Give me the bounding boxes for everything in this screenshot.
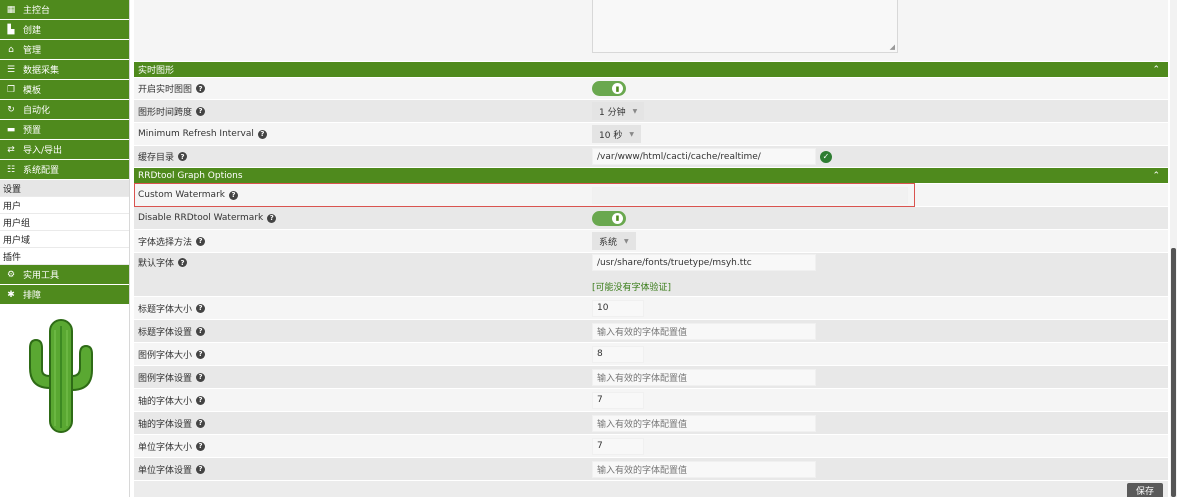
unit-font-input[interactable]: 输入有效的字体配置值: [592, 460, 816, 478]
toggle-on-icon: ▮: [615, 214, 620, 222]
nav-utilities[interactable]: ⚙ 实用工具: [0, 265, 129, 285]
graph-timespan-select[interactable]: 1 分钟 ▼: [592, 102, 645, 120]
cache-dir-input[interactable]: /var/www/html/cacti/cache/realtime/: [592, 148, 816, 165]
nav-automation[interactable]: ↻ 自动化: [0, 100, 129, 120]
row-graph-timespan: 图形时间跨度? 1 分钟 ▼: [134, 100, 1168, 122]
nav-data-collection[interactable]: ☰ 数据采集: [0, 60, 129, 80]
disable-watermark-toggle[interactable]: ▮: [592, 210, 626, 226]
row-axis-size: 轴的字体大小? 7: [134, 389, 1168, 411]
subnav-plugins[interactable]: 插件: [0, 248, 129, 265]
row-title-size: 标题字体大小? 10: [134, 297, 1168, 319]
settings-panel: ◢ 实时图形 ⌃ 开启实时图图? ▮ 图形时间跨度? 1 分钟 ▼ Minimum…: [134, 0, 1168, 497]
unit-size-input[interactable]: 7: [592, 437, 644, 455]
notes-textarea[interactable]: ◢: [592, 0, 898, 53]
help-icon[interactable]: ?: [196, 418, 206, 428]
help-icon[interactable]: ?: [196, 303, 206, 313]
section-header-realtime: 实时图形 ⌃: [134, 62, 1168, 77]
save-bar: [134, 481, 1168, 497]
nav-import-export[interactable]: ⇄ 导入/导出: [0, 140, 129, 160]
help-icon[interactable]: ?: [196, 464, 206, 474]
refresh-icon: ↻: [7, 104, 15, 115]
save-button[interactable]: 保存: [1127, 483, 1163, 497]
font-verify-note[interactable]: [可能没有字体验证]: [592, 280, 671, 293]
legend-font-input[interactable]: 输入有效的字体配置值: [592, 368, 816, 386]
row-axis-font: 轴的字体设置? 输入有效的字体配置值: [134, 412, 1168, 434]
axis-font-input[interactable]: 输入有效的字体配置值: [592, 414, 816, 432]
section-header-rrdtool: RRDtool Graph Options ⌃: [134, 168, 1168, 183]
chevron-up-icon[interactable]: ⌃: [1152, 171, 1160, 181]
scrollbar[interactable]: [1170, 0, 1177, 497]
nav-configuration[interactable]: ☷ 系统配置: [0, 160, 129, 180]
sliders-icon: ☷: [6, 164, 16, 175]
help-icon[interactable]: ?: [196, 84, 206, 93]
toggle-on-icon: ▮: [615, 84, 620, 93]
help-icon[interactable]: ?: [257, 129, 267, 139]
resize-grip-icon[interactable]: ◢: [890, 43, 895, 51]
subnav-user-domains[interactable]: 用户域: [0, 231, 129, 248]
subnav-users[interactable]: 用户: [0, 197, 129, 214]
nav-console[interactable]: ▦ 主控台: [0, 0, 129, 20]
row-legend-font: 图例字体设置? 输入有效的字体配置值: [134, 366, 1168, 388]
help-icon[interactable]: ?: [196, 372, 206, 382]
chevron-up-icon[interactable]: ⌃: [1152, 65, 1160, 75]
database-icon: ☰: [6, 64, 16, 75]
sidebar: ▦ 主控台 ▙ 创建 ⌂ 管理 ☰ 数据采集 ❐ 模板 ↻ 自动化 ▬ 预置 ⇄ 导入/导出 ☷…: [0, 0, 130, 497]
help-icon[interactable]: ?: [196, 106, 206, 116]
notes-row: ◢: [134, 0, 1168, 61]
nav-presets[interactable]: ▬ 预置: [0, 120, 129, 140]
default-font-input[interactable]: /usr/share/fonts/truetype/msyh.ttc: [592, 254, 816, 271]
row-font-method: 字体选择方法? 系统 ▼: [134, 230, 1168, 252]
chart-icon: ▙: [7, 24, 15, 35]
archive-icon: ▬: [6, 124, 16, 135]
row-cache-dir: 缓存目录? /var/www/html/cacti/cache/realtime…: [134, 146, 1168, 167]
cactus-logo: [29, 319, 93, 433]
check-circle-icon: ✓: [820, 150, 832, 163]
exchange-icon: ⇄: [7, 144, 15, 155]
subnav-settings[interactable]: 设置: [0, 180, 129, 197]
subnav-user-groups[interactable]: 用户组: [0, 214, 129, 231]
map-icon: ▦: [6, 4, 16, 15]
row-realtime-enable: 开启实时图图? ▮: [134, 78, 1168, 99]
title-font-input[interactable]: 输入有效的字体配置值: [592, 322, 816, 340]
nav-troubleshooting[interactable]: ✱ 排障: [0, 285, 129, 305]
axis-size-input[interactable]: 7: [592, 391, 644, 409]
nav-create[interactable]: ▙ 创建: [0, 20, 129, 40]
row-title-font: 标题字体设置? 输入有效的字体配置值: [134, 320, 1168, 342]
chevron-down-icon: ▼: [624, 237, 629, 245]
font-method-select[interactable]: 系统 ▼: [592, 232, 636, 250]
nav-management[interactable]: ⌂ 管理: [0, 40, 129, 60]
help-icon[interactable]: ?: [196, 441, 206, 451]
realtime-enable-toggle[interactable]: ▮: [592, 81, 626, 96]
min-refresh-select[interactable]: 10 秒 ▼: [592, 125, 641, 143]
highlight-box: [134, 183, 915, 207]
row-min-refresh: Minimum Refresh Interval? 10 秒 ▼: [134, 123, 1168, 145]
help-icon[interactable]: ?: [196, 349, 206, 359]
help-icon[interactable]: ?: [196, 395, 206, 405]
title-size-input[interactable]: 10: [592, 299, 644, 317]
help-icon[interactable]: ?: [267, 213, 277, 223]
row-default-font: 默认字体? /usr/share/fonts/truetype/msyh.ttc…: [134, 253, 1168, 296]
cogs-icon: ⚙: [6, 269, 16, 280]
scrollbar-thumb[interactable]: [1171, 248, 1176, 497]
bug-icon: ✱: [7, 289, 15, 300]
help-icon[interactable]: ?: [196, 326, 206, 336]
chevron-down-icon: ▼: [632, 107, 638, 115]
help-icon[interactable]: ?: [196, 236, 206, 246]
help-icon[interactable]: ?: [178, 152, 188, 161]
help-icon[interactable]: ?: [178, 258, 188, 267]
row-legend-size: 图例字体大小? 8: [134, 343, 1168, 365]
legend-size-input[interactable]: 8: [592, 345, 644, 363]
nav-templates[interactable]: ❐ 模板: [0, 80, 129, 100]
chevron-down-icon: ▼: [629, 130, 634, 138]
row-disable-watermark: Disable RRDtool Watermark? ▮: [134, 207, 1168, 229]
copy-icon: ❐: [6, 84, 16, 95]
row-unit-size: 单位字体大小? 7: [134, 435, 1168, 457]
row-unit-font: 单位字体设置? 输入有效的字体配置值: [134, 458, 1168, 480]
home-icon: ⌂: [8, 44, 14, 55]
